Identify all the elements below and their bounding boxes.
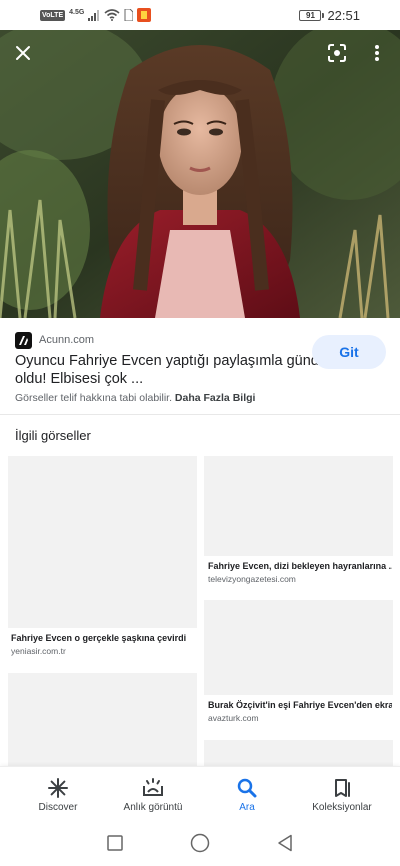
result-image[interactable] (0, 30, 400, 318)
status-right: 91 22:51 (299, 6, 360, 24)
snapshot-icon (143, 778, 163, 796)
circle-icon (190, 833, 210, 853)
nav-snapshot-label: Anlık görüntü (123, 802, 183, 813)
more-vert-icon (375, 45, 379, 61)
collections-icon (335, 779, 350, 797)
battery-icon: 91 (299, 9, 325, 21)
copyright-text: Görseller telif hakkına tabi olabilir. (15, 392, 172, 404)
result-title[interactable]: Oyuncu Fahriye Evcen yaptığı paylaşımla … (15, 352, 339, 388)
related-image-4[interactable] (8, 673, 197, 766)
battery-level: 91 (306, 10, 315, 20)
more-options-button[interactable] (362, 38, 392, 68)
status-left: VoLTE 4.5G (40, 8, 152, 22)
app-notification-icon (137, 8, 152, 22)
close-button[interactable] (8, 38, 38, 68)
result-title-line2: oldu! Elbisesi çok ... (15, 371, 144, 387)
system-navigation-bar (0, 820, 400, 866)
signal-icon (88, 9, 100, 21)
visit-button[interactable]: Git (312, 335, 386, 369)
search-icon (237, 778, 257, 798)
recents-button[interactable] (104, 832, 126, 854)
divider (0, 414, 400, 415)
related-source-1: yeniasir.com.tr (11, 646, 66, 656)
nav-search-label: Ara (239, 802, 255, 813)
home-button[interactable] (189, 832, 211, 854)
more-info-link[interactable]: Daha Fazla Bilgi (175, 392, 256, 404)
related-image-1[interactable] (8, 456, 197, 628)
bottom-navigation: Discover Anlık görüntü Ara Koleksiyonlar (0, 766, 400, 820)
wifi-icon (104, 9, 120, 21)
source-row[interactable]: Acunn.com (15, 330, 94, 350)
source-name: Acunn.com (39, 334, 95, 346)
related-image-3[interactable] (204, 600, 393, 695)
sim-icon (124, 9, 134, 21)
back-button[interactable] (274, 832, 296, 854)
result-title-line1: Oyuncu Fahriye Evcen yaptığı paylaşımla … (15, 353, 339, 369)
portrait-photo (0, 30, 400, 318)
copyright-notice: Görseller telif hakkına tabi olabilir. D… (15, 392, 255, 404)
triangle-back-icon (278, 834, 292, 852)
related-source-3: avazturk.com (208, 713, 259, 723)
nav-collections[interactable]: Koleksiyonlar (292, 767, 392, 821)
related-images-heading: İlgili görseller (15, 428, 91, 443)
source-logo-icon (15, 331, 32, 349)
lens-icon (328, 44, 346, 62)
asterisk-icon (48, 778, 68, 798)
related-source-2: televizyongazetesi.com (208, 574, 296, 584)
nav-discover-label: Discover (38, 802, 78, 813)
square-icon (107, 835, 123, 851)
volte-badge: VoLTE (40, 9, 66, 21)
related-title-2[interactable]: Fahriye Evcen, dizi bekleyen hayranların… (208, 561, 392, 571)
network-type: 4.5G (69, 8, 85, 16)
nav-discover[interactable]: Discover (8, 767, 108, 821)
related-image-2[interactable] (204, 456, 393, 556)
close-icon (16, 46, 30, 60)
status-bar: VoLTE 4.5G 91 22:51 (0, 0, 400, 30)
related-title-1[interactable]: Fahriye Evcen o gerçekle şaşkına çevirdi (11, 633, 196, 643)
clock: 22:51 (327, 7, 360, 23)
related-title-3[interactable]: Burak Özçivit'in eşi Fahriye Evcen'den e… (208, 700, 392, 710)
related-image-5[interactable] (204, 740, 393, 766)
nav-collections-label: Koleksiyonlar (312, 802, 372, 813)
nav-snapshot[interactable]: Anlık görüntü (103, 767, 203, 821)
lens-button[interactable] (322, 38, 352, 68)
nav-search[interactable]: Ara (197, 767, 297, 821)
